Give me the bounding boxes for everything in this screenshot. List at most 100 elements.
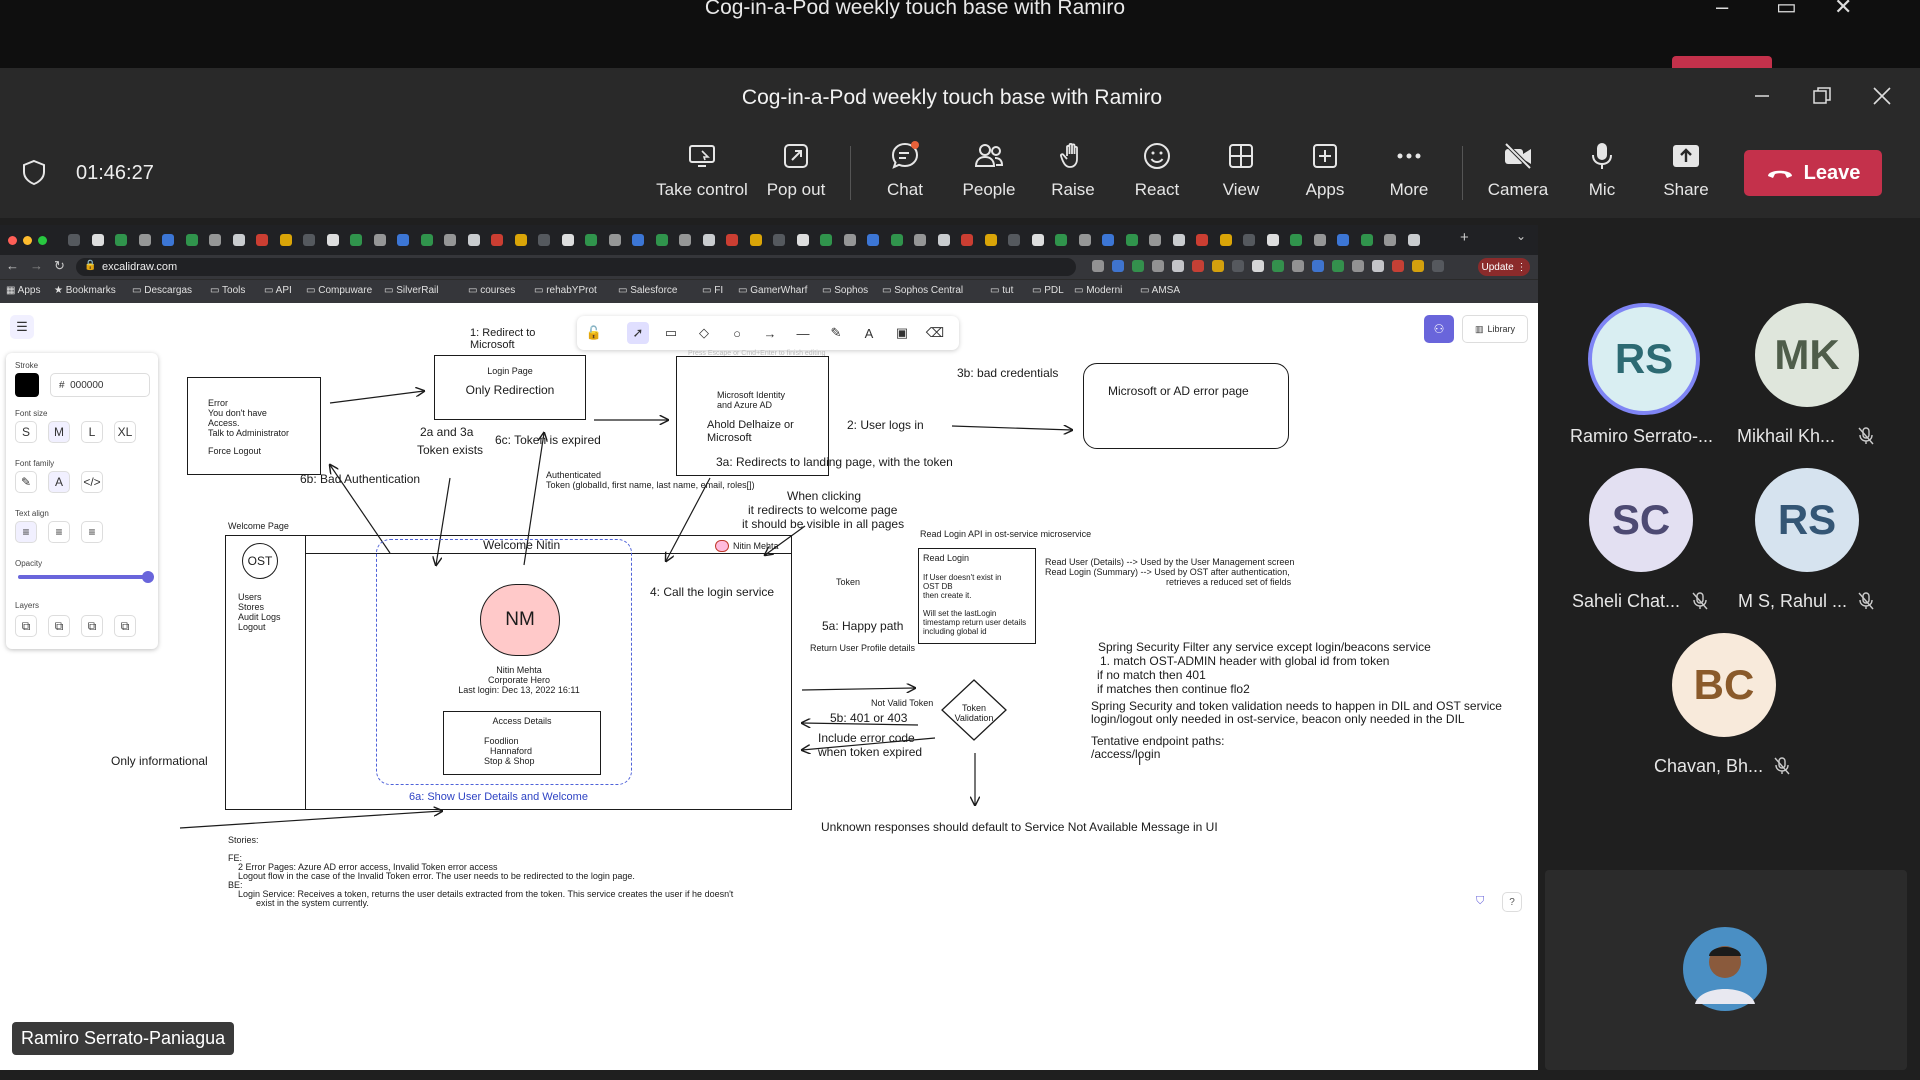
- tab-favicon[interactable]: [702, 234, 715, 246]
- self-view-tile[interactable]: [1545, 870, 1907, 1070]
- bookmark-item[interactable]: ▭ Compuware: [306, 285, 372, 296]
- share-button[interactable]: Share: [1644, 140, 1728, 210]
- menu-logout[interactable]: Logout: [238, 622, 266, 632]
- error-box[interactable]: Error You don't have Access. Talk to Adm…: [187, 377, 321, 475]
- participant-tile-4[interactable]: RS: [1755, 468, 1859, 572]
- tab-favicon[interactable]: [303, 234, 315, 246]
- bookmark-item[interactable]: ▦ Apps: [6, 285, 40, 296]
- tab-favicon[interactable]: [820, 234, 832, 246]
- shield-icon[interactable]: [20, 158, 48, 186]
- extension-icon[interactable]: [1212, 260, 1224, 272]
- extension-icon[interactable]: [1172, 260, 1184, 272]
- bg-minimize-icon[interactable]: –: [1716, 0, 1728, 20]
- bookmark-item[interactable]: ▭ SilverRail: [384, 285, 438, 296]
- tab-favicon[interactable]: [867, 234, 879, 246]
- people-button[interactable]: People: [947, 140, 1031, 210]
- mic-button[interactable]: Mic: [1560, 140, 1644, 210]
- restore-button[interactable]: [1802, 80, 1842, 112]
- back-icon[interactable]: ←: [6, 258, 19, 273]
- bookmark-item[interactable]: ▭ tut: [990, 285, 1013, 296]
- extension-icon[interactable]: [1392, 260, 1404, 272]
- update-button[interactable]: Update ⋮: [1478, 258, 1530, 276]
- more-button[interactable]: More: [1367, 140, 1451, 210]
- tab-favicon[interactable]: [256, 234, 268, 246]
- new-tab-icon[interactable]: +: [1460, 229, 1469, 246]
- apps-button[interactable]: Apps: [1283, 140, 1367, 210]
- bookmark-item[interactable]: ▭ Moderni: [1074, 285, 1122, 296]
- access-details-box[interactable]: Access Details Foodlion Hannaford Stop &…: [443, 711, 601, 775]
- tab-favicon[interactable]: [585, 234, 597, 246]
- tab-favicon[interactable]: [326, 234, 339, 246]
- tab-favicon[interactable]: [1008, 234, 1020, 246]
- leave-button[interactable]: Leave: [1744, 150, 1882, 196]
- extension-icon[interactable]: [1292, 260, 1304, 272]
- tab-favicon[interactable]: [1172, 234, 1185, 246]
- tab-search-icon[interactable]: ⌄: [1516, 229, 1526, 243]
- browser-tab-icons[interactable]: [68, 234, 1448, 248]
- menu-audit-logs[interactable]: Audit Logs: [238, 612, 281, 622]
- tab-favicon[interactable]: [773, 234, 785, 246]
- camera-button[interactable]: Camera: [1476, 140, 1560, 210]
- encryption-shield-icon[interactable]: ⛉: [1476, 895, 1490, 909]
- extension-icon[interactable]: [1092, 260, 1104, 272]
- tab-favicon[interactable]: [1219, 234, 1232, 246]
- reload-icon[interactable]: ↻: [54, 258, 65, 274]
- error-page-box[interactable]: Microsoft or AD error page: [1083, 363, 1289, 449]
- tab-favicon[interactable]: [655, 234, 668, 246]
- chat-button[interactable]: Chat: [863, 140, 947, 210]
- tab-favicon[interactable]: [1290, 234, 1302, 246]
- extension-icon[interactable]: [1232, 260, 1244, 272]
- raise-button[interactable]: Raise: [1031, 140, 1115, 210]
- tab-favicon[interactable]: [749, 234, 762, 246]
- bookmark-item[interactable]: ▭ Salesforce: [618, 285, 677, 296]
- tab-favicon[interactable]: [491, 234, 503, 246]
- tab-favicon[interactable]: [1384, 234, 1396, 246]
- tab-favicon[interactable]: [1407, 234, 1420, 246]
- tab-favicon[interactable]: [467, 234, 480, 246]
- minimize-button[interactable]: [1742, 80, 1782, 112]
- bookmark-item[interactable]: ▭ Descargas: [132, 285, 192, 296]
- bg-maximize-icon[interactable]: ▭: [1776, 0, 1797, 20]
- tab-favicon[interactable]: [1243, 234, 1255, 246]
- tab-favicon[interactable]: [1078, 234, 1091, 246]
- tab-favicon[interactable]: [138, 234, 151, 246]
- tab-favicon[interactable]: [1266, 234, 1279, 246]
- menu-stores[interactable]: Stores: [238, 602, 264, 612]
- bookmark-item[interactable]: ★ Bookmarks: [54, 285, 116, 296]
- tab-favicon[interactable]: [679, 234, 691, 246]
- close-button[interactable]: [1862, 80, 1902, 112]
- tab-favicon[interactable]: [185, 234, 198, 246]
- participant-tile-3[interactable]: SC: [1589, 468, 1693, 572]
- tab-favicon[interactable]: [1055, 234, 1067, 246]
- tab-favicon[interactable]: [561, 234, 574, 246]
- address-bar[interactable]: 🔒 excalidraw.com: [76, 258, 1076, 276]
- tab-favicon[interactable]: [209, 234, 221, 246]
- tab-favicon[interactable]: [1337, 234, 1349, 246]
- extension-icon[interactable]: [1112, 260, 1124, 272]
- react-button[interactable]: React: [1115, 140, 1199, 210]
- participant-tile-2[interactable]: MK: [1755, 303, 1859, 407]
- extension-icon[interactable]: [1352, 260, 1364, 272]
- tab-favicon[interactable]: [937, 234, 950, 246]
- extension-icon[interactable]: [1272, 260, 1284, 272]
- tab-favicon[interactable]: [843, 234, 856, 246]
- forward-icon[interactable]: →: [30, 258, 43, 273]
- tab-favicon[interactable]: [162, 234, 174, 246]
- extension-icons[interactable]: [1092, 260, 1472, 274]
- tab-favicon[interactable]: [373, 234, 386, 246]
- extension-icon[interactable]: [1432, 260, 1444, 272]
- tab-favicon[interactable]: [608, 234, 621, 246]
- tab-favicon[interactable]: [914, 234, 926, 246]
- tab-favicon[interactable]: [514, 234, 527, 246]
- bookmark-item[interactable]: ▭ AMSA: [1140, 285, 1180, 296]
- extension-icon[interactable]: [1192, 260, 1204, 272]
- tab-favicon[interactable]: [632, 234, 644, 246]
- bg-close-icon[interactable]: ✕: [1834, 0, 1852, 20]
- tab-favicon[interactable]: [279, 234, 292, 246]
- bookmark-item[interactable]: ▭ API: [264, 285, 292, 296]
- tab-favicon[interactable]: [444, 234, 456, 246]
- tab-favicon[interactable]: [796, 234, 809, 246]
- pop-out-button[interactable]: Pop out: [754, 140, 838, 210]
- extension-icon[interactable]: [1152, 260, 1164, 272]
- tab-favicon[interactable]: [726, 234, 738, 246]
